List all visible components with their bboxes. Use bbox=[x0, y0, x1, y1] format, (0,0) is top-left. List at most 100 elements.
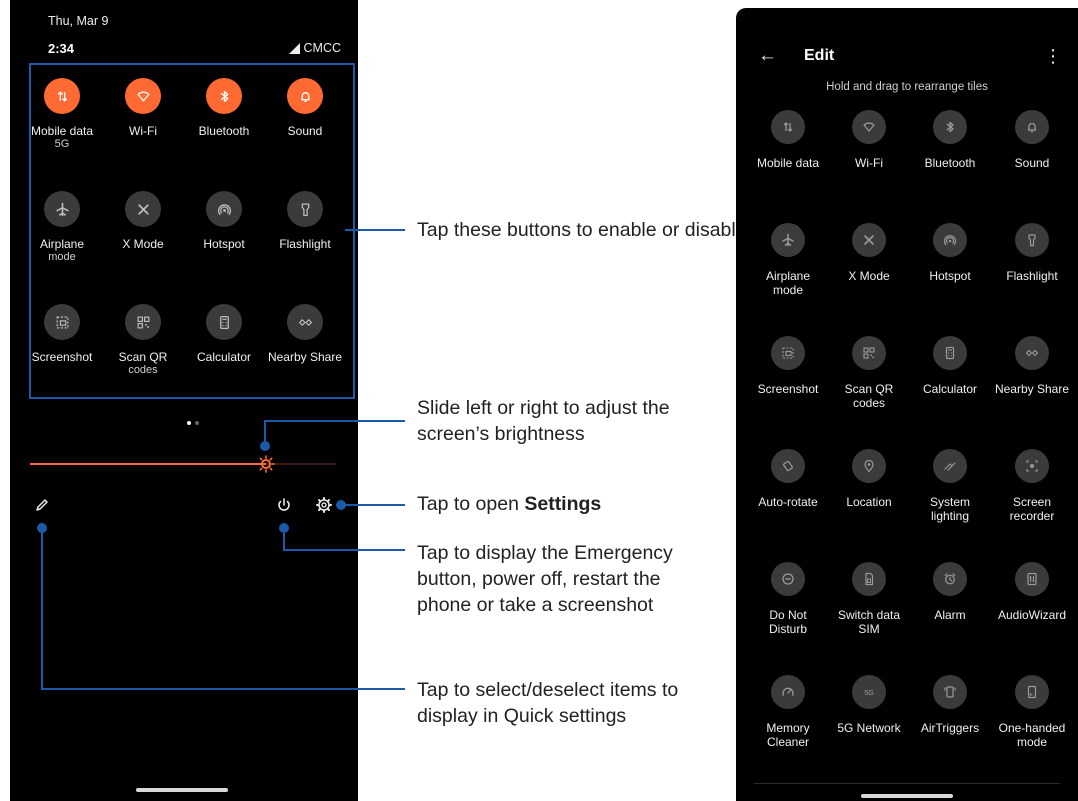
edit-tile-calculator[interactable]: Calculator bbox=[910, 336, 990, 396]
edit-tile-circle[interactable] bbox=[852, 562, 886, 596]
tile-toggle[interactable] bbox=[44, 191, 80, 227]
edit-tile-circle[interactable] bbox=[933, 110, 967, 144]
edit-tile-wi-fi[interactable]: Wi-Fi bbox=[829, 110, 909, 170]
edit-tile-circle[interactable] bbox=[771, 110, 805, 144]
tile-sound[interactable]: Sound bbox=[265, 78, 345, 138]
back-arrow-icon[interactable]: ← bbox=[758, 46, 777, 66]
edit-tile-circle[interactable] bbox=[933, 449, 967, 483]
callout-brightness-text: Slide left or right to adjust the screen… bbox=[417, 397, 670, 445]
bluetooth-icon bbox=[946, 121, 954, 133]
edit-tile-location[interactable]: Location bbox=[829, 449, 909, 509]
tile-airplane[interactable]: Airplane mode bbox=[22, 191, 102, 264]
edit-tile-label: Sound bbox=[1014, 156, 1050, 170]
edit-tile-mobile-data[interactable]: Mobile data bbox=[748, 110, 828, 170]
edit-tile-scan-qr[interactable]: Scan QR codes bbox=[829, 336, 909, 410]
edit-tile-bluetooth[interactable]: Bluetooth bbox=[910, 110, 990, 170]
tile-toggle[interactable] bbox=[125, 191, 161, 227]
edit-tile-screenshot[interactable]: Screenshot bbox=[748, 336, 828, 396]
edit-tile-label: One-handed bbox=[998, 721, 1066, 735]
edit-tile-do-not[interactable]: Do Not Disturb bbox=[748, 562, 828, 636]
edit-tile-circle[interactable] bbox=[1015, 449, 1049, 483]
tile-nearby-share[interactable]: Nearby Share bbox=[265, 304, 345, 364]
tile-flashlight[interactable]: Flashlight bbox=[265, 191, 345, 251]
edit-tile-alarm[interactable]: Alarm bbox=[910, 562, 990, 622]
edit-tile-circle[interactable] bbox=[771, 336, 805, 370]
tile-toggle[interactable] bbox=[206, 304, 242, 340]
home-handle-edit[interactable] bbox=[861, 794, 953, 798]
edit-tile-circle[interactable] bbox=[771, 223, 805, 257]
callout-power-text: Tap to display the Emergency button, pow… bbox=[417, 542, 673, 616]
home-handle[interactable] bbox=[136, 788, 228, 792]
edit-tile-circle[interactable] bbox=[1015, 675, 1049, 709]
more-options-icon[interactable]: ⋮ bbox=[1044, 46, 1062, 66]
tile-scan-qr[interactable]: Scan QR codes bbox=[103, 304, 183, 377]
tile-toggle[interactable] bbox=[206, 78, 242, 114]
edit-tile-circle[interactable] bbox=[771, 675, 805, 709]
tile-toggle[interactable] bbox=[287, 78, 323, 114]
edit-tile-airtriggers[interactable]: AirTriggers bbox=[910, 675, 990, 735]
edit-tile-flashlight[interactable]: Flashlight bbox=[992, 223, 1072, 283]
edit-tile-memory[interactable]: Memory Cleaner bbox=[748, 675, 828, 749]
brightness-slider[interactable] bbox=[30, 455, 336, 473]
edit-pencil-icon[interactable] bbox=[33, 496, 51, 514]
tile-screenshot[interactable]: Screenshot bbox=[22, 304, 102, 364]
tile-sublabel: 5G bbox=[54, 138, 70, 150]
edit-tile-circle[interactable] bbox=[771, 562, 805, 596]
tile-toggle[interactable] bbox=[206, 191, 242, 227]
edit-tile-label: Bluetooth bbox=[924, 156, 976, 170]
tile-label: Sound bbox=[287, 124, 323, 138]
page-dot-active bbox=[187, 421, 191, 425]
edit-tile-label: System bbox=[929, 495, 970, 509]
edit-tile-circle[interactable] bbox=[933, 562, 967, 596]
tile-toggle[interactable] bbox=[125, 78, 161, 114]
edit-tile-airplane[interactable]: Airplane mode bbox=[748, 223, 828, 297]
edit-tile-circle[interactable] bbox=[1015, 110, 1049, 144]
edit-tile-circle[interactable]: 5G bbox=[852, 675, 886, 709]
edit-tile-audiowizard[interactable]: AudioWizard bbox=[992, 562, 1072, 622]
edit-tile-5g-network[interactable]: 5G 5G Network bbox=[829, 675, 909, 735]
edit-tile-circle[interactable] bbox=[933, 336, 967, 370]
settings-gear-icon[interactable] bbox=[315, 496, 333, 514]
tile-hotspot[interactable]: Hotspot bbox=[184, 191, 264, 251]
edit-tile-circle[interactable] bbox=[852, 223, 886, 257]
edit-tile-nearby-share[interactable]: Nearby Share bbox=[992, 336, 1072, 396]
edit-tile-circle[interactable] bbox=[1015, 336, 1049, 370]
edit-tile-sound[interactable]: Sound bbox=[992, 110, 1072, 170]
tile-label: Hotspot bbox=[203, 237, 245, 251]
tile-toggle[interactable] bbox=[44, 304, 80, 340]
tile-x-mode[interactable]: X Mode bbox=[103, 191, 183, 251]
tile-calculator[interactable]: Calculator bbox=[184, 304, 264, 364]
tile-toggle[interactable] bbox=[125, 304, 161, 340]
brightness-thumb-icon[interactable] bbox=[256, 455, 275, 473]
edit-tile-system[interactable]: System lighting bbox=[910, 449, 990, 523]
tile-toggle[interactable] bbox=[287, 304, 323, 340]
edit-tile-hotspot[interactable]: Hotspot bbox=[910, 223, 990, 283]
edit-tile-one-handed[interactable]: One-handed mode bbox=[992, 675, 1072, 749]
tile-sublabel: mode bbox=[48, 251, 76, 263]
carrier-name: CMCC bbox=[303, 41, 342, 55]
tile-toggle[interactable] bbox=[287, 191, 323, 227]
status-carrier-area: CMCC bbox=[288, 41, 342, 55]
edit-tile-switch-data[interactable]: Switch data SIM bbox=[829, 562, 909, 636]
tile-toggle[interactable] bbox=[44, 78, 80, 114]
tile-label: Nearby Share bbox=[267, 350, 343, 364]
edit-tile-circle[interactable] bbox=[852, 110, 886, 144]
edit-tile-circle[interactable] bbox=[1015, 562, 1049, 596]
edit-tile-circle[interactable] bbox=[933, 675, 967, 709]
tile-bluetooth[interactable]: Bluetooth bbox=[184, 78, 264, 138]
edit-tile-auto-rotate[interactable]: Auto-rotate bbox=[748, 449, 828, 509]
edit-tile-sublabel: lighting bbox=[930, 509, 970, 523]
tile-wi-fi[interactable]: Wi-Fi bbox=[103, 78, 183, 138]
edit-tile-circle[interactable] bbox=[933, 223, 967, 257]
edit-tile-x-mode[interactable]: X Mode bbox=[829, 223, 909, 283]
edit-tile-circle[interactable] bbox=[771, 449, 805, 483]
tile-mobile-data[interactable]: Mobile data 5G bbox=[22, 78, 102, 151]
edit-tile-circle[interactable] bbox=[852, 336, 886, 370]
edit-tile-circle[interactable] bbox=[1015, 223, 1049, 257]
power-icon[interactable] bbox=[275, 496, 293, 514]
airplane-icon bbox=[782, 233, 794, 247]
edit-tile-circle[interactable] bbox=[852, 449, 886, 483]
tile-label: Scan QR bbox=[118, 350, 168, 364]
edit-tile-screen[interactable]: Screen recorder bbox=[992, 449, 1072, 523]
x-mode-icon bbox=[864, 235, 874, 245]
